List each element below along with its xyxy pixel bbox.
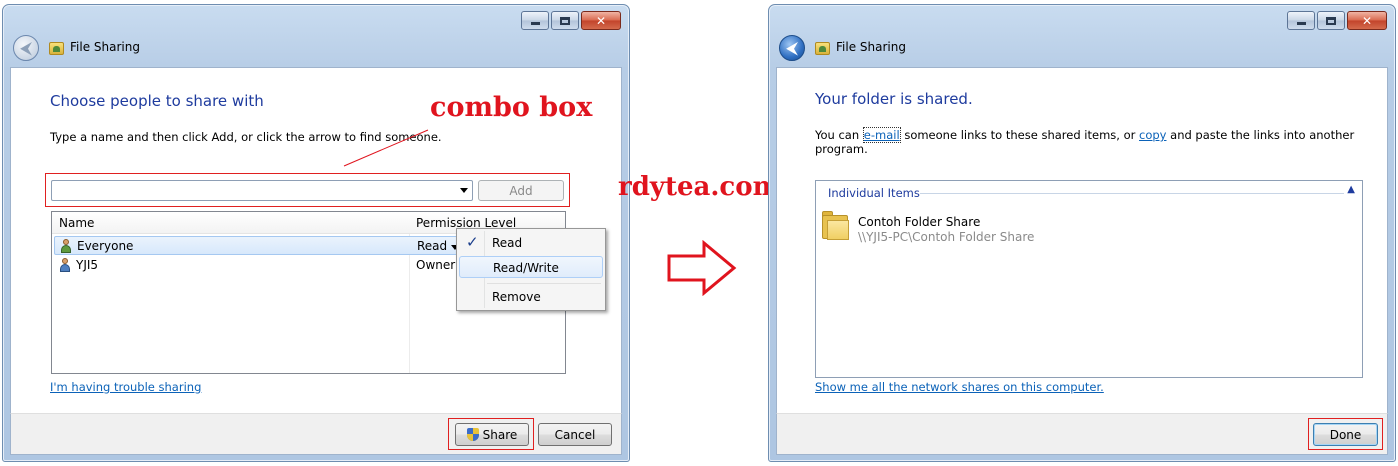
checkmark-icon: ✓ <box>466 233 479 251</box>
caption-buttons: ✕ <box>1287 11 1387 30</box>
shared-items-box: Individual Items ▲ Contoh Folder Share \… <box>815 180 1363 378</box>
cancel-button[interactable]: Cancel <box>538 423 612 446</box>
menu-item-label: Remove <box>492 290 541 304</box>
copy-link[interactable]: copy <box>1139 128 1166 142</box>
page-heading: Choose people to share with <box>50 92 264 110</box>
share-label: Share <box>482 427 518 442</box>
maximize-button[interactable] <box>551 11 579 30</box>
minimize-icon <box>1296 22 1306 25</box>
user-icon <box>58 258 72 272</box>
content-area: Your folder is shared. You can e-mail so… <box>776 67 1388 413</box>
collapse-chevron-icon[interactable]: ▲ <box>1347 184 1355 195</box>
close-icon: ✕ <box>1361 13 1373 28</box>
close-button[interactable]: ✕ <box>581 11 621 30</box>
chevron-down-icon[interactable] <box>460 188 468 193</box>
row-name: YJI5 <box>76 258 99 272</box>
trouble-sharing-link[interactable]: I'm having trouble sharing <box>50 380 201 394</box>
footer-bar: Done <box>776 413 1388 455</box>
folder-icon <box>822 211 850 241</box>
column-header-name[interactable]: Name <box>59 216 94 230</box>
share-button[interactable]: Share <box>455 423 529 446</box>
minimize-icon <box>530 22 540 25</box>
back-arrow-icon: ⮜ <box>20 39 32 57</box>
annotation-pointer-line <box>343 129 429 167</box>
file-sharing-icon <box>49 42 64 55</box>
row-permission: Owner <box>416 258 456 272</box>
menu-separator <box>487 283 601 284</box>
uac-shield-icon <box>466 428 479 441</box>
maximize-button[interactable] <box>1317 11 1345 30</box>
close-button[interactable]: ✕ <box>1347 11 1387 30</box>
email-link[interactable]: e-mail <box>862 127 901 143</box>
menu-item-read-write[interactable]: Read/Write <box>459 256 603 278</box>
back-arrow-icon: ⮜ <box>786 39 798 57</box>
watermark-text: rdytea.com <box>618 172 781 202</box>
menu-item-read[interactable]: ✓ Read <box>459 232 603 254</box>
row-name: Everyone <box>77 239 134 253</box>
group-icon <box>59 239 73 253</box>
minimize-button[interactable] <box>1287 11 1315 30</box>
close-icon: ✕ <box>595 13 607 28</box>
minimize-button[interactable] <box>521 11 549 30</box>
menu-item-label: Read/Write <box>493 261 559 275</box>
message-text: You can <box>815 128 860 142</box>
arrow-right-icon <box>667 240 737 296</box>
network-shares-link[interactable]: Show me all the network shares on this c… <box>815 380 1104 394</box>
menu-item-label: Read <box>492 236 523 250</box>
window-title: File Sharing <box>70 40 140 54</box>
page-heading: Your folder is shared. <box>815 90 973 108</box>
menu-item-remove[interactable]: Remove <box>459 286 603 308</box>
combo-box-annotation: combo box <box>430 92 593 123</box>
group-divider <box>920 193 1344 194</box>
window-title: File Sharing <box>836 40 906 54</box>
done-button[interactable]: Done <box>1313 423 1378 446</box>
back-button[interactable]: ⮜ <box>779 35 805 61</box>
add-button[interactable]: Add <box>478 180 564 201</box>
file-sharing-window-right: ✕ ⮜ File Sharing Your folder is shared. … <box>768 4 1396 462</box>
maximize-icon <box>560 16 570 25</box>
message-text: someone links to these shared items, or <box>904 128 1136 142</box>
footer-bar: Share Cancel <box>10 413 622 455</box>
shared-message: You can e-mail someone links to these sh… <box>815 127 1387 156</box>
file-sharing-icon <box>815 42 830 55</box>
permission-menu: ✓ Read Read/Write Remove <box>456 228 606 311</box>
maximize-icon <box>1326 16 1336 25</box>
row-permission[interactable]: Read <box>417 239 447 253</box>
shared-item-path: \\YJI5-PC\Contoh Folder Share <box>858 230 1035 244</box>
group-title: Individual Items <box>828 186 920 200</box>
caption-buttons: ✕ <box>521 11 621 30</box>
back-button[interactable]: ⮜ <box>13 35 39 61</box>
name-combo-box[interactable] <box>51 180 473 201</box>
shared-item-name[interactable]: Contoh Folder Share <box>858 215 980 229</box>
